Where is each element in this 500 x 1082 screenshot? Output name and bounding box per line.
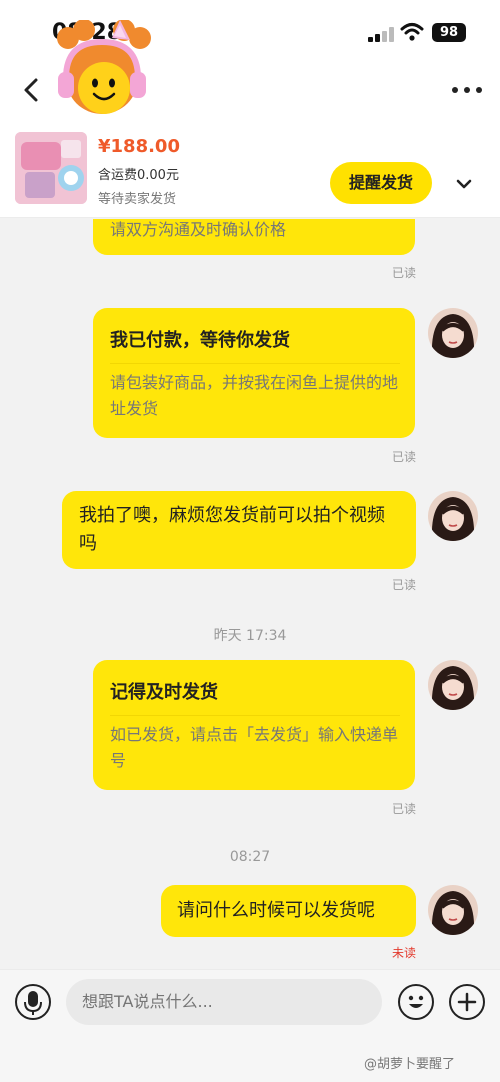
user-avatar[interactable] [428,660,478,710]
read-receipt: 已读 [392,266,417,280]
add-attachment-button[interactable] [449,984,485,1020]
shipping-fee: 含运费0.00元 [98,168,179,183]
card-body: 请双方沟通及时确认价格 [110,220,287,239]
emoji-icon [408,995,423,1008]
user-avatar[interactable] [428,491,478,541]
product-price: ¥188.00 [98,136,180,157]
message-text: 我拍了噢，麻烦您发货前可以拍个视频吗 [79,505,385,554]
emoji-button[interactable] [398,984,434,1020]
system-card[interactable]: 请双方沟通及时确认价格 [93,219,415,255]
user-avatar[interactable] [428,885,478,935]
message-bubble[interactable]: 请问什么时候可以发货呢 [161,885,416,937]
watermark: @胡萝卜要醒了 [364,1057,456,1072]
order-status: 等待卖家发货 [98,192,177,207]
sticker-avatar [57,20,151,114]
card-body: 如已发货，请点击「去发货」输入快递单号 [110,725,399,770]
plus-icon [457,992,476,1011]
card-title: 记得及时发货 [110,682,218,703]
microphone-icon [23,990,42,1015]
unread-receipt: 未读 [392,946,417,960]
read-receipt: 已读 [392,802,417,816]
user-avatar[interactable] [428,308,478,358]
message-input[interactable] [66,979,382,1025]
back-arrow-icon[interactable] [18,74,46,106]
shipping-reminder-card[interactable]: 记得及时发货 如已发货，请点击「去发货」输入快递单号 [93,660,415,790]
card-divider [110,363,400,364]
voice-button[interactable] [15,984,51,1020]
card-body: 请包装好商品，并按我在闲鱼上提供的地址发货 [110,373,399,418]
message-text: 请问什么时候可以发货呢 [177,900,375,921]
read-receipt: 已读 [392,450,417,464]
remind-ship-button[interactable]: 提醒发货 [330,162,432,204]
read-receipt: 已读 [392,578,417,592]
wifi-icon [400,23,424,41]
battery-indicator: 98 [432,23,466,42]
payment-card[interactable]: 我已付款，等待你发货 请包装好商品，并按我在闲鱼上提供的地址发货 [93,308,415,438]
timestamp: 08:27 [229,849,271,865]
chevron-down-icon[interactable] [452,172,476,196]
card-title: 我已付款，等待你发货 [110,330,290,351]
more-options-icon[interactable] [450,80,484,100]
signal-icon [368,26,394,42]
timestamp: 昨天 17:34 [213,628,287,644]
chat-message-list[interactable]: 请双方沟通及时确认价格 已读 我已付款，等待你发货 请包装好商品，并按我在闲鱼上… [0,219,500,969]
card-divider [110,715,400,716]
product-thumbnail[interactable] [15,132,87,204]
message-bubble[interactable]: 我拍了噢，麻烦您发货前可以拍个视频吗 [62,491,416,569]
